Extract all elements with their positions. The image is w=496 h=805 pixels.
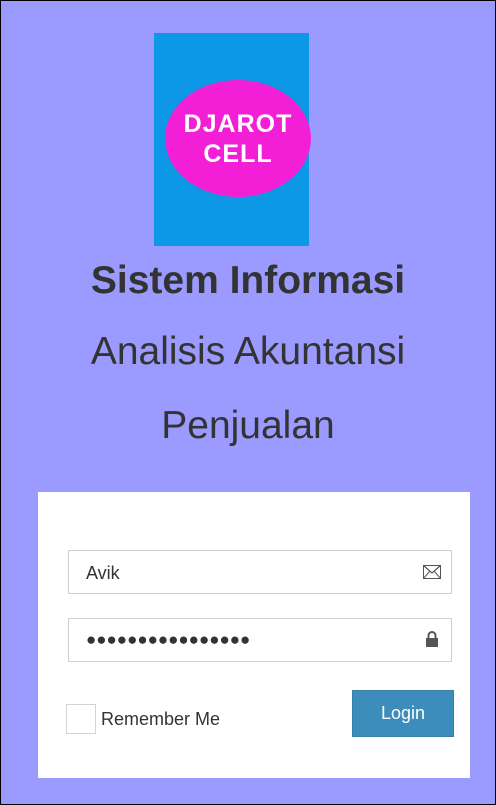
page-title-line2: Analisis Akuntansi (90, 330, 406, 373)
logo-text-line2: CELL (203, 139, 273, 168)
page-title-line3: Penjualan (161, 404, 335, 447)
remember-me-checkbox[interactable] (66, 704, 96, 734)
password-value: ●●●●●●●●●●●●●●●● (86, 630, 251, 649)
password-field[interactable]: ●●●●●●●●●●●●●●●● (68, 618, 452, 662)
page-title-line1: Sistem Informasi (90, 259, 406, 302)
lock-icon (426, 631, 438, 647)
login-page: DJAROT CELL Sistem Informasi Analisis Ak… (0, 0, 496, 805)
remember-me-label: Remember Me (101, 709, 221, 729)
username-field[interactable]: Avik (68, 550, 452, 594)
logo: DJAROT CELL (154, 33, 311, 246)
username-value: Avik (86, 563, 120, 583)
login-button[interactable]: Login (352, 690, 454, 737)
logo-text-line1: DJAROT (183, 109, 293, 138)
envelope-icon (423, 565, 441, 579)
logo-ellipse: DJAROT CELL (165, 80, 311, 197)
remember-me[interactable]: Remember Me (66, 702, 220, 736)
login-panel: Avik ●●●●●●●●●●●●●●●● Remember Me Login (38, 492, 470, 778)
